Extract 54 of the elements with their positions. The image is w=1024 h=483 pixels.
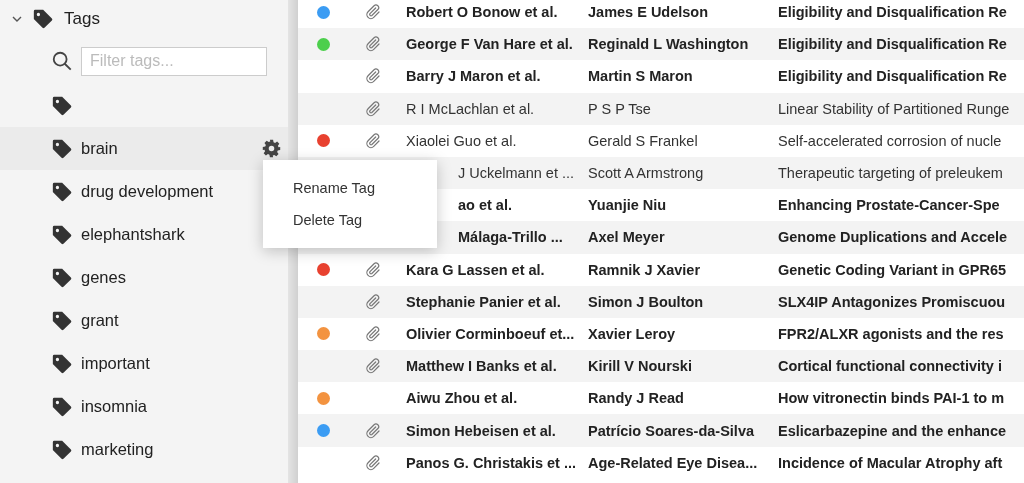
table-cell: Simon J Boulton: [588, 293, 704, 310]
table-cell: Barry J Maron et al.: [406, 68, 541, 85]
table-cell: Málaga-Trillo ...: [458, 229, 563, 246]
table-cell: George F Van Hare et al.: [406, 36, 573, 53]
table-cell: Patrício Soares-da-Silva: [588, 422, 754, 439]
table-cell: Simon Hebeisen et al.: [406, 422, 556, 439]
table-cell: R I McLachlan et al.: [406, 100, 535, 117]
tag-label: elephantshark: [81, 225, 185, 244]
table-cell: Olivier Corminboeuf et...: [406, 325, 575, 342]
table-cell: ao et al.: [458, 197, 512, 214]
table-cell: Matthew I Banks et al.: [406, 358, 557, 375]
tag-label: drug development: [81, 182, 214, 201]
table-cell: Stephanie Panier et al.: [406, 293, 561, 310]
tag-label: important: [81, 354, 150, 373]
table-cell: Martin S Maron: [588, 68, 693, 85]
table-cell: Yuanjie Niu: [588, 197, 667, 214]
table-cell: Eslicarbazepine and the enhance: [778, 422, 1007, 439]
table-cell: Robert O Bonow et al.: [406, 4, 558, 21]
table-cell: Randy J Read: [588, 390, 684, 407]
table-cell: Gerald S Frankel: [588, 132, 698, 149]
table-cell: Panos G. Christakis et ...: [406, 454, 577, 471]
table-cell: Linear Stability of Partitioned Runge: [778, 100, 1010, 117]
table-cell: Therapeutic targeting of preleukem: [778, 165, 1003, 182]
table-cell: Cortical functional connectivity i: [778, 358, 1002, 375]
table-cell: Eligibility and Disqualification Re: [778, 68, 1007, 85]
table-cell: How vitronectin binds PAI-1 to m: [778, 390, 1005, 407]
table-cell: SLX4IP Antagonizes Promiscuou: [778, 293, 1006, 310]
table-cell: Reginald L Washington: [588, 36, 749, 53]
table-cell: J Uckelmann et ...: [458, 165, 575, 182]
table-cell: P S P Tse: [588, 100, 651, 117]
tag-label: brain: [81, 139, 118, 158]
tag-label: insomnia: [81, 397, 148, 416]
table-cell: Incidence of Macular Atrophy aft: [778, 454, 1003, 471]
table-cell: James E Udelson: [588, 4, 709, 21]
table-cell: Genome Duplications and Accele: [778, 229, 1008, 246]
table-cell: Aiwu Zhou et al.: [406, 390, 518, 407]
table-cell: Self-accelerated corrosion of nucle: [778, 132, 1002, 149]
table-cell: Genetic Coding Variant in GPR65: [778, 261, 1007, 278]
tag-label: marketing: [81, 440, 154, 459]
table-cell: Xiaolei Guo et al.: [406, 132, 517, 149]
section-title: Tags: [64, 9, 100, 29]
table-cell: Eligibility and Disqualification Re: [778, 36, 1007, 53]
table-cell: Kirill V Nourski: [588, 358, 692, 375]
table-cell: Xavier Leroy: [588, 325, 676, 342]
tag-label: grant: [81, 311, 119, 330]
table-cell: Axel Meyer: [588, 229, 665, 246]
table-cell: Enhancing Prostate-Cancer-Spe: [778, 197, 1000, 214]
table-cell: Age-Related Eye Disea...: [588, 454, 758, 471]
table-cell: Ramnik J Xavier: [588, 261, 701, 278]
table-cell: Kara G Lassen et al.: [406, 261, 545, 278]
tag-label: genes: [81, 268, 126, 287]
table-cell: FPR2/ALXR agonists and the res: [778, 325, 1004, 342]
table-cell: Eligibility and Disqualification Re: [778, 4, 1007, 21]
table-cell: Scott A Armstrong: [588, 165, 704, 182]
